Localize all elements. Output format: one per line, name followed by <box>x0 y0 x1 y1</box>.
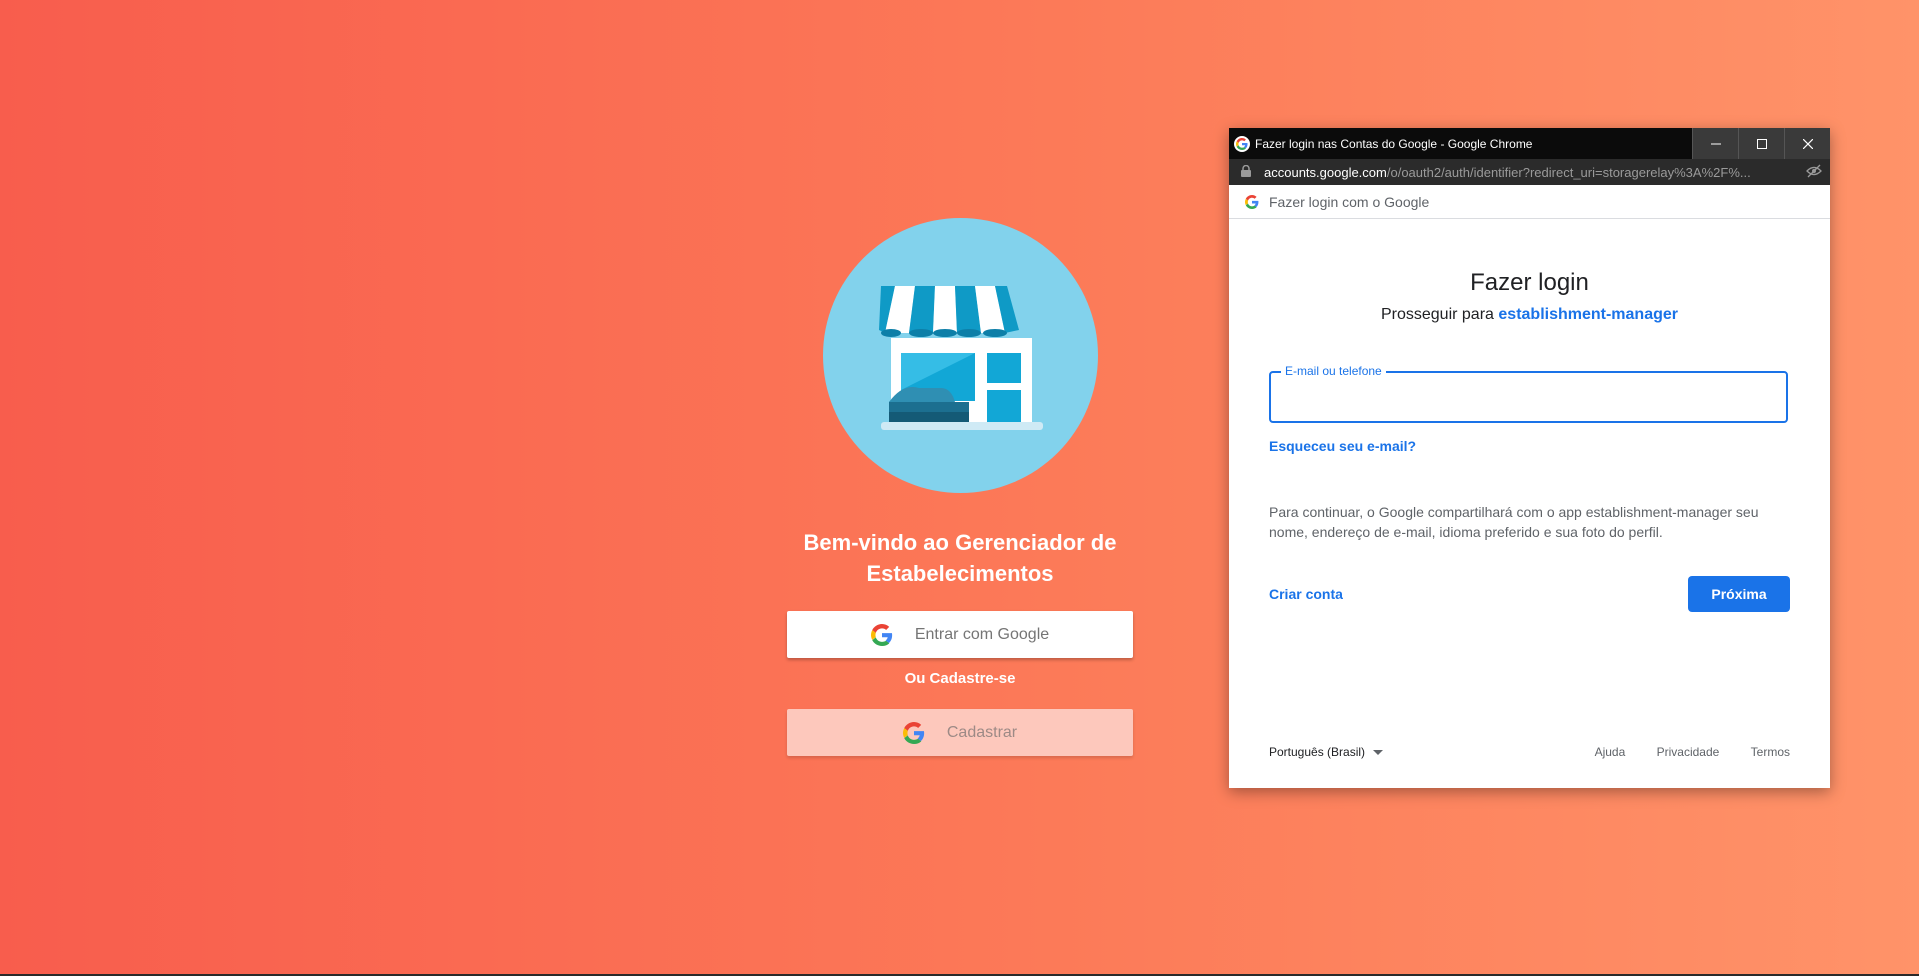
signin-title: Fazer login <box>1470 269 1589 296</box>
close-icon[interactable] <box>1784 128 1830 159</box>
subtitle-prefix: Prosseguir para <box>1380 306 1494 323</box>
email-field[interactable] <box>1277 381 1781 417</box>
register-label: Cadastrar <box>946 723 1018 741</box>
maximize-icon[interactable] <box>1738 128 1784 159</box>
google-g-icon <box>902 721 925 744</box>
google-signin-popup-window: Fazer login nas Contas do Google - Googl… <box>1229 128 1830 788</box>
signin-header-text: Fazer login com o Google <box>1269 193 1430 210</box>
logo-circle <box>823 218 1098 493</box>
minimize-icon[interactable] <box>1692 128 1738 159</box>
google-g-icon <box>1245 194 1259 209</box>
google-signin-label: Entrar com Google <box>914 625 1050 643</box>
caret-down-icon <box>1373 750 1384 756</box>
language-label: Português (Brasil) <box>1269 745 1366 759</box>
eye-off-icon[interactable] <box>1800 164 1822 181</box>
signin-subtitle: Prosseguir para establishment-manager <box>1229 306 1830 324</box>
footer-link-privacy[interactable]: Privacidade <box>1657 745 1720 759</box>
next-button[interactable]: Próxima <box>1688 576 1790 612</box>
create-account-link[interactable]: Criar conta <box>1269 586 1343 602</box>
signin-header: Fazer login com o Google <box>1229 185 1830 219</box>
app-name-link[interactable]: establishment-manager <box>1498 306 1678 323</box>
window-title: Fazer login nas Contas do Google - Googl… <box>1255 136 1533 151</box>
google-g-icon <box>870 623 892 646</box>
footer-links: Ajuda Privacidade Termos <box>1567 745 1790 759</box>
address-bar[interactable]: accounts.google.com/o/oauth2/auth/identi… <box>1229 159 1830 185</box>
url-path: /o/oauth2/auth/identifier?redirect_uri=s… <box>1386 164 1751 180</box>
footer-link-terms[interactable]: Termos <box>1751 745 1790 759</box>
language-select[interactable]: Português (Brasil) <box>1269 745 1384 759</box>
storefront-icon <box>879 286 1043 430</box>
welcome-heading: Bem-vindo ao Gerenciador de Estabelecime… <box>760 527 1160 589</box>
consent-text: Para continuar, o Google compartilhará c… <box>1269 504 1759 540</box>
lock-icon <box>1241 164 1255 180</box>
welcome-line-2: Estabelecimentos <box>866 561 1054 586</box>
welcome-line-1: Bem-vindo ao Gerenciador de <box>803 530 1117 555</box>
window-controls <box>1692 128 1830 159</box>
register-button[interactable]: Cadastrar <box>787 709 1133 756</box>
email-field-label: E-mail ou telefone <box>1281 364 1386 378</box>
forgot-email-link[interactable]: Esqueceu seu e-mail? <box>1269 438 1416 454</box>
url-domain: accounts.google.com <box>1264 164 1387 180</box>
or-register-text: Ou Cadastre-se <box>904 670 1016 687</box>
google-favicon-icon <box>1234 135 1250 152</box>
window-titlebar[interactable]: Fazer login nas Contas do Google - Googl… <box>1229 128 1830 159</box>
signin-footer: Português (Brasil) Ajuda Privacidade Ter… <box>1269 745 1790 761</box>
google-signin-button[interactable]: Entrar com Google <box>787 611 1133 658</box>
footer-link-help[interactable]: Ajuda <box>1595 745 1626 759</box>
